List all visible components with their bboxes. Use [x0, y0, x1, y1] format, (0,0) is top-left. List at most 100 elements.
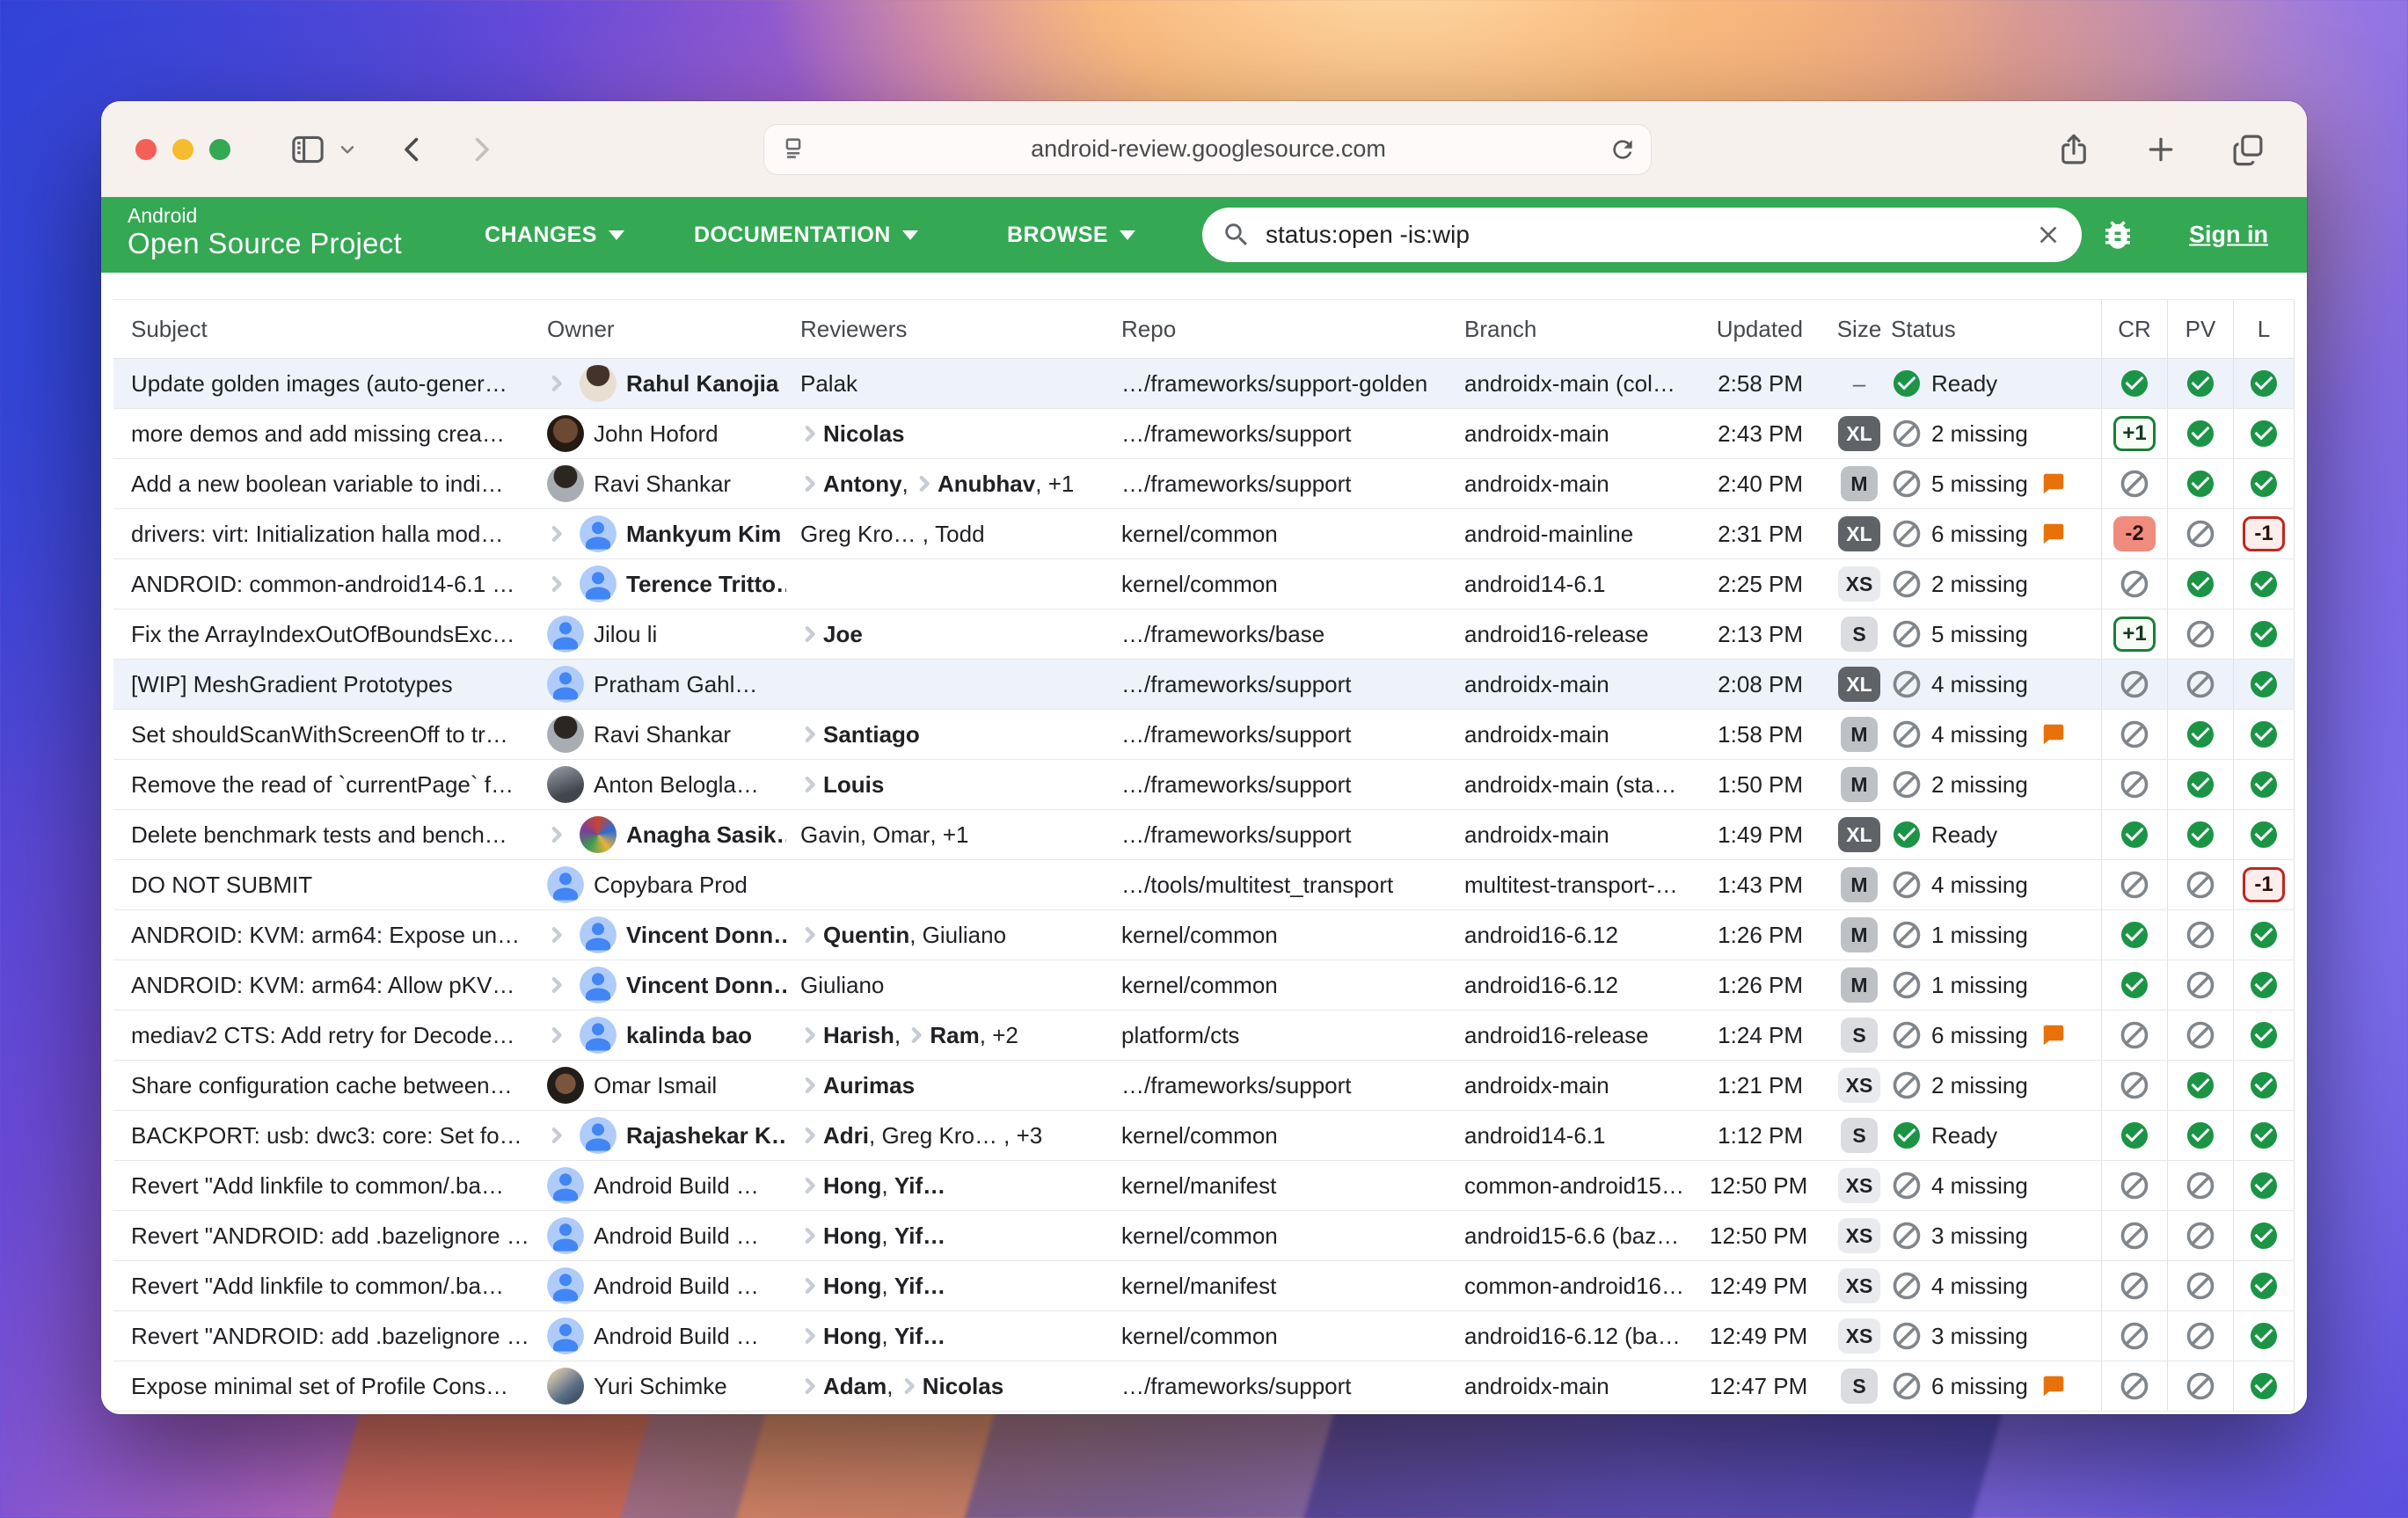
owner-name[interactable]: Ravi Shankar — [594, 471, 731, 498]
change-subject[interactable]: BACKPORT: usb: dwc3: core: Set fo… — [131, 1122, 522, 1149]
repo-link[interactable]: …/frameworks/support — [1121, 471, 1352, 497]
branch-link[interactable]: android14-6.1 — [1464, 571, 1605, 597]
reviewer-name[interactable]: Anubhav — [938, 471, 1035, 498]
change-subject[interactable]: Revert "ANDROID: add .bazelignore … — [131, 1222, 529, 1249]
search-input[interactable] — [1266, 221, 2034, 249]
reviewer-name[interactable]: Greg Kro… — [800, 521, 923, 548]
repo-link[interactable]: kernel/common — [1121, 1323, 1278, 1349]
change-subject[interactable]: more demos and add missing crea… — [131, 420, 505, 447]
reload-icon[interactable] — [1609, 135, 1637, 164]
change-subject[interactable]: mediav2 CTS: Add retry for Decode… — [131, 1022, 514, 1048]
reviewer-name[interactable]: Nicolas — [923, 1373, 1004, 1400]
repo-link[interactable]: kernel/common — [1121, 521, 1278, 547]
repo-link[interactable]: kernel/common — [1121, 571, 1278, 597]
address-bar[interactable]: android-review.googlesource.com — [763, 124, 1652, 175]
change-subject[interactable]: Add a new boolean variable to indi… — [131, 471, 504, 497]
branch-link[interactable]: androidx-main — [1464, 1373, 1609, 1399]
reviewer-name[interactable]: Ram — [930, 1022, 979, 1049]
owner-name[interactable]: kalinda bao — [626, 1022, 752, 1049]
owner-name[interactable]: Omar Ismail — [594, 1072, 717, 1099]
change-row[interactable]: Update golden images (auto-gener… Rahul K… — [113, 359, 2295, 409]
change-subject[interactable]: Fix the ArrayIndexOutOfBoundsExc… — [131, 621, 514, 647]
clear-search-icon[interactable] — [2034, 221, 2062, 249]
reviewer-name[interactable]: Yif… — [894, 1323, 945, 1350]
reviewer-name[interactable]: Adri — [823, 1122, 869, 1149]
owner-name[interactable]: Terence Tritto… — [626, 571, 786, 598]
new-tab-icon[interactable] — [2143, 132, 2178, 167]
branch-link[interactable]: android16-release — [1464, 1022, 1649, 1048]
sidebar-toggle-icon[interactable] — [288, 130, 327, 169]
reviewer-name[interactable]: Joe — [823, 621, 863, 648]
change-row[interactable]: BACKPORT: usb: dwc3: core: Set fo…Rajash… — [113, 1111, 2295, 1161]
reviewer-name[interactable]: Hong — [823, 1172, 881, 1200]
change-row[interactable]: drivers: virt: Initialization halla mod…… — [113, 509, 2295, 559]
change-subject[interactable]: ANDROID: KVM: arm64: Allow pKV… — [131, 972, 514, 998]
branch-link[interactable]: androidx-main — [1464, 671, 1609, 697]
repo-link[interactable]: …/frameworks/support — [1121, 420, 1352, 447]
owner-name[interactable]: John Hoford — [594, 420, 719, 448]
change-subject[interactable]: drivers: virt: Initialization halla mod… — [131, 521, 503, 547]
change-row[interactable]: ANDROID: common-android14-6.1 … Terence T… — [113, 559, 2295, 609]
change-subject[interactable]: ANDROID: common-android14-6.1 … — [131, 571, 514, 597]
reviewer-name[interactable]: Yif… — [894, 1222, 945, 1250]
repo-link[interactable]: …/frameworks/support — [1121, 771, 1352, 798]
owner-name[interactable]: Rahul Kanojia — [626, 370, 778, 398]
change-row[interactable]: Expose minimal set of Profile Cons…Yuri … — [113, 1361, 2295, 1412]
owner-name[interactable]: Mankyum Kim — [626, 521, 781, 548]
reviewer-name[interactable]: Gavin — [800, 821, 860, 849]
change-row[interactable]: Share configuration cache between…Omar I… — [113, 1061, 2295, 1111]
reviewer-name[interactable]: +1 — [1048, 471, 1075, 498]
minimize-button[interactable] — [172, 139, 193, 160]
reviewer-name[interactable]: Yif… — [894, 1172, 945, 1200]
branch-link[interactable]: androidx-main (col… — [1464, 370, 1675, 397]
reviewer-name[interactable]: +1 — [943, 821, 969, 849]
change-subject[interactable]: Update golden images (auto-gener… — [131, 370, 507, 397]
owner-name[interactable]: Ravi Shankar — [594, 721, 731, 748]
reviewer-name[interactable]: Giuliano — [800, 972, 884, 999]
repo-link[interactable]: …/frameworks/support — [1121, 1373, 1352, 1399]
change-subject[interactable]: Delete benchmark tests and bench… — [131, 821, 507, 848]
branch-link[interactable]: androidx-main — [1464, 821, 1609, 848]
repo-link[interactable]: kernel/common — [1121, 922, 1278, 948]
change-row[interactable]: ANDROID: KVM: arm64: Expose un… Vincent D… — [113, 910, 2295, 960]
branch-link[interactable]: androidx-main — [1464, 1072, 1609, 1098]
branch-link[interactable]: android15-6.6 (baz… — [1464, 1222, 1679, 1249]
reviewer-name[interactable]: Quentin — [823, 922, 909, 949]
repo-link[interactable]: …/frameworks/support — [1121, 671, 1352, 697]
change-subject[interactable]: Remove the read of `currentPage` f… — [131, 771, 514, 798]
change-row[interactable]: Set shouldScanWithScreenOff to tr… Ravi S… — [113, 710, 2295, 760]
url-text[interactable]: android-review.googlesource.com — [808, 135, 1609, 163]
change-subject[interactable]: ANDROID: KVM: arm64: Expose un… — [131, 922, 520, 948]
reader-view-icon[interactable] — [778, 135, 808, 164]
reviewer-name[interactable]: Hong — [823, 1273, 881, 1300]
reviewer-name[interactable]: Hong — [823, 1323, 881, 1350]
change-subject[interactable]: Expose minimal set of Profile Cons… — [131, 1373, 508, 1399]
chevron-down-icon[interactable] — [336, 138, 359, 161]
change-row[interactable]: mediav2 CTS: Add retry for Decode… kalind… — [113, 1011, 2295, 1061]
reviewer-name[interactable]: Giuliano — [923, 922, 1006, 949]
repo-link[interactable]: kernel/common — [1121, 1222, 1278, 1249]
sign-in-link[interactable]: Sign in — [2189, 222, 2268, 249]
reviewer-name[interactable]: Santiago — [823, 721, 920, 748]
branch-link[interactable]: android-mainline — [1464, 521, 1633, 547]
branch-link[interactable]: androidx-main (sta… — [1464, 771, 1676, 798]
change-subject[interactable]: Set shouldScanWithScreenOff to tr… — [131, 721, 508, 748]
repo-link[interactable]: kernel/manifest — [1121, 1172, 1276, 1199]
branch-link[interactable]: multitest-transport-… — [1464, 872, 1678, 898]
reviewer-name[interactable]: +3 — [1017, 1122, 1043, 1149]
change-row[interactable]: Revert "ANDROID: add .bazelignore …Andro… — [113, 1211, 2295, 1261]
reviewer-name[interactable]: Palak — [800, 370, 857, 398]
branch-link[interactable]: common-android15… — [1464, 1172, 1684, 1199]
owner-name[interactable]: Android Build … — [594, 1323, 759, 1350]
reviewer-name[interactable]: Adam — [823, 1373, 887, 1400]
branch-link[interactable]: android16-6.12 (ba… — [1464, 1323, 1681, 1349]
change-subject[interactable]: Revert "Add linkfile to common/.ba… — [131, 1172, 504, 1199]
reviewer-name[interactable]: Omar — [872, 821, 930, 849]
site-brand[interactable]: Android Open Source Project — [128, 204, 402, 260]
tab-overview-icon[interactable] — [2229, 131, 2266, 168]
branch-link[interactable]: android16-6.12 — [1464, 922, 1618, 948]
repo-link[interactable]: …/frameworks/support — [1121, 721, 1352, 748]
branch-link[interactable]: android14-6.1 — [1464, 1122, 1605, 1149]
owner-name[interactable]: Vincent Donn… — [626, 922, 786, 949]
menu-browse[interactable]: BROWSE — [1007, 197, 1135, 273]
